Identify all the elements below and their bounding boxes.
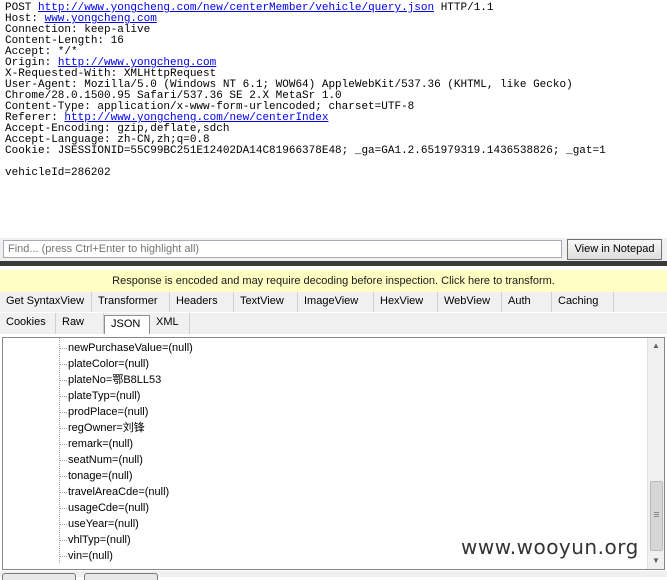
tree-connector: [59, 491, 67, 493]
scroll-down-arrow-icon[interactable]: ▼: [648, 553, 664, 569]
tab-webview[interactable]: WebView: [438, 292, 502, 312]
json-tree-node-label: vhlTyp=(null): [68, 534, 131, 546]
request-line: vehicleId=286202: [5, 168, 663, 179]
tree-connector: [59, 523, 67, 525]
tree-connector: [59, 427, 67, 429]
vertical-scrollbar[interactable]: ▲ ▼: [647, 338, 664, 569]
json-tree-node[interactable]: newPurchaseValue=(null): [59, 340, 193, 356]
raw-request-pane[interactable]: POST http://www.yongcheng.com/new/center…: [0, 0, 667, 239]
tab-hexview[interactable]: HexView: [374, 292, 438, 312]
response-tabs-row-1: Get SyntaxView Transformer Headers TextView…: [0, 292, 667, 312]
request-line: Cookie: JSESSIONID=55C99BC251E12402DA14C…: [5, 146, 663, 157]
scroll-up-arrow-icon[interactable]: ▲: [648, 338, 664, 354]
decode-warning-bar[interactable]: Response is encoded and may require deco…: [0, 270, 667, 293]
json-tree-node[interactable]: prodPlace=(null): [59, 404, 148, 420]
json-tree-node[interactable]: regOwner=刘锋: [59, 420, 145, 436]
json-tree-node-label: travelAreaCde=(null): [68, 486, 170, 498]
tab-textview[interactable]: TextView: [234, 292, 298, 312]
json-tree-node-label: regOwner=刘锋: [68, 422, 145, 434]
json-tree-node[interactable]: travelAreaCde=(null): [59, 484, 169, 500]
tab-get-syntaxview[interactable]: Get SyntaxView: [0, 292, 92, 312]
request-text: Cookie: JSESSIONID=55C99BC251E12402DA14C…: [5, 145, 606, 157]
json-tree-node[interactable]: remark=(null): [59, 436, 133, 452]
json-tree-node-label: plateColor=(null): [68, 358, 150, 370]
tree-connector: [59, 395, 67, 397]
json-tree-node-label: plateNo=鄂B8LL53: [68, 374, 162, 386]
tab-json[interactable]: JSON: [104, 315, 150, 334]
request-text: vehicleId=286202: [5, 167, 111, 179]
tree-connector: [59, 363, 67, 365]
json-tree-node-label: seatNum=(null): [68, 454, 143, 466]
json-tree-node[interactable]: tonage=(null): [59, 468, 133, 484]
tree-connector: [59, 411, 67, 413]
tab-xml[interactable]: XML: [150, 313, 190, 334]
json-tree-node-label: useYear=(null): [68, 518, 139, 530]
view-in-notepad-button[interactable]: View in Notepad: [567, 239, 662, 260]
raw-request-text[interactable]: POST http://www.yongcheng.com/new/center…: [5, 3, 663, 179]
json-tree-node[interactable]: plateTyp=(null): [59, 388, 140, 404]
json-tree-node[interactable]: vin=(null): [59, 548, 113, 564]
json-tree-node-label: plateTyp=(null): [68, 390, 141, 402]
find-input[interactable]: [3, 240, 562, 258]
scroll-thumb[interactable]: [650, 481, 663, 551]
json-tree-node[interactable]: vhlTyp=(null): [59, 532, 131, 548]
tab-headers[interactable]: Headers: [170, 292, 234, 312]
tree-connector: [59, 475, 67, 477]
find-bar: View in Notepad: [0, 238, 667, 261]
json-tree-node-label: newPurchaseValue=(null): [68, 342, 193, 354]
tab-imageview[interactable]: ImageView: [298, 292, 374, 312]
json-tree-node[interactable]: plateNo=鄂B8LL53: [59, 372, 161, 388]
pane-splitter[interactable]: [0, 261, 667, 266]
response-tabs-row-2: Cookies Raw JSON XML: [0, 313, 667, 334]
tree-connector: [59, 459, 67, 461]
request-text: HTTP/1.1: [434, 2, 494, 14]
tree-connector: [59, 379, 67, 381]
json-tree-node[interactable]: usageCde=(null): [59, 500, 149, 516]
json-tree-node[interactable]: seatNum=(null): [59, 452, 143, 468]
watermark: www.wooyun.org: [461, 535, 639, 559]
json-tree-node-label: remark=(null): [68, 438, 134, 450]
tree-connector: [59, 507, 67, 509]
tree-connector: [59, 555, 67, 557]
json-tree-node[interactable]: plateColor=(null): [59, 356, 149, 372]
tab-raw[interactable]: Raw: [56, 313, 104, 334]
json-tree-node[interactable]: useYear=(null): [59, 516, 139, 532]
tree-connector: [59, 539, 67, 541]
json-tree-node-label: usageCde=(null): [68, 502, 150, 514]
tab-auth[interactable]: Auth: [502, 292, 552, 312]
json-tree-node-label: vin=(null): [68, 550, 113, 562]
json-tree-node-label: tonage=(null): [68, 470, 133, 482]
tree-connector: [59, 443, 67, 445]
request-line: Content-Length: 16: [5, 36, 663, 47]
tree-connector: [59, 347, 67, 349]
json-tree-node-label: prodPlace=(null): [68, 406, 149, 418]
tab-transformer[interactable]: Transformer: [92, 292, 170, 312]
tab-caching[interactable]: Caching: [552, 292, 614, 312]
tab-cookies[interactable]: Cookies: [0, 313, 56, 334]
